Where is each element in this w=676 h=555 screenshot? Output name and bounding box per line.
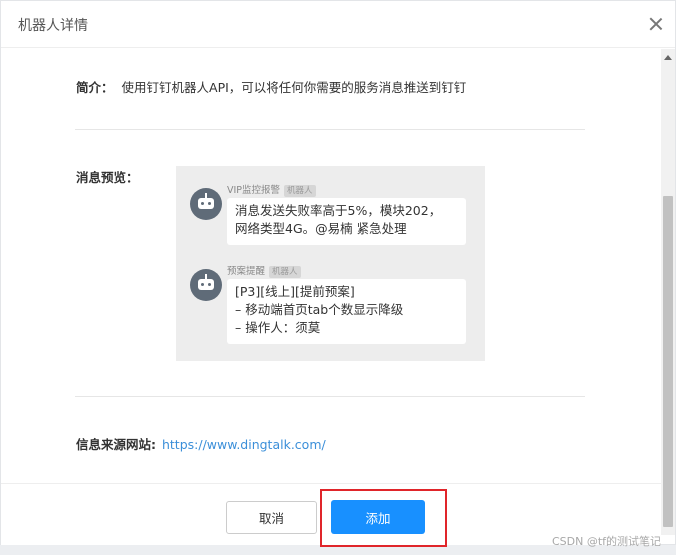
source-link[interactable]: https://www.dingtalk.com/ bbox=[162, 437, 326, 452]
message-sender: 预案提醒 机器人 bbox=[227, 263, 301, 278]
dialog-body: 简介： 使用钉钉机器人API，可以将任何你需要的服务消息推送到钉钉 消息预览： V… bbox=[1, 49, 661, 483]
message-preview: VIP监控报警 机器人 消息发送失败率高于5%，模块202， 网络类型4G。@易楠… bbox=[176, 166, 485, 361]
robot-avatar-icon bbox=[190, 188, 222, 220]
dialog-title: 机器人详情 bbox=[18, 18, 88, 34]
scroll-up-icon[interactable] bbox=[664, 55, 672, 60]
message-bubble: 消息发送失败率高于5%，模块202， 网络类型4G。@易楠 紧急处理 bbox=[227, 198, 466, 245]
add-button[interactable]: 添加 bbox=[331, 500, 425, 534]
intro-row: 简介： 使用钉钉机器人API，可以将任何你需要的服务消息推送到钉钉 bbox=[76, 77, 466, 96]
robot-tag: 机器人 bbox=[284, 185, 316, 197]
message-line: – 操作人：须莫 bbox=[235, 320, 321, 335]
vertical-scrollbar[interactable] bbox=[661, 49, 675, 535]
robot-avatar-icon bbox=[190, 269, 222, 301]
close-icon[interactable] bbox=[649, 17, 663, 31]
message-line: 消息发送失败率高于5%，模块202， bbox=[235, 203, 442, 218]
source-row: 信息来源网站: https://www.dingtalk.com/ bbox=[76, 434, 326, 453]
robot-tag: 机器人 bbox=[269, 266, 301, 278]
preview-label: 消息预览： bbox=[76, 170, 139, 185]
dialog-header: 机器人详情 bbox=[1, 1, 675, 48]
robot-detail-dialog: 机器人详情 简介： 使用钉钉机器人API，可以将任何你需要的服务消息推送到钉钉 消… bbox=[0, 0, 676, 547]
scrollbar-thumb[interactable] bbox=[663, 196, 673, 527]
watermark: CSDN @tf的测试笔记 bbox=[552, 535, 662, 548]
message-line: – 移动端首页tab个数显示降级 bbox=[235, 302, 404, 317]
cancel-button[interactable]: 取消 bbox=[226, 501, 317, 534]
intro-text: 使用钉钉机器人API，可以将任何你需要的服务消息推送到钉钉 bbox=[121, 80, 467, 95]
divider bbox=[75, 396, 585, 397]
message-bubble: [P3][线上][提前预案] – 移动端首页tab个数显示降级 – 操作人：须莫 bbox=[227, 279, 466, 344]
message-sender: VIP监控报警 机器人 bbox=[227, 182, 316, 197]
divider bbox=[75, 129, 585, 130]
source-label: 信息来源网站: bbox=[76, 437, 156, 452]
message-line: [P3][线上][提前预案] bbox=[235, 284, 355, 299]
message-line: 网络类型4G。@易楠 紧急处理 bbox=[235, 221, 407, 236]
intro-label: 简介： bbox=[76, 80, 114, 95]
